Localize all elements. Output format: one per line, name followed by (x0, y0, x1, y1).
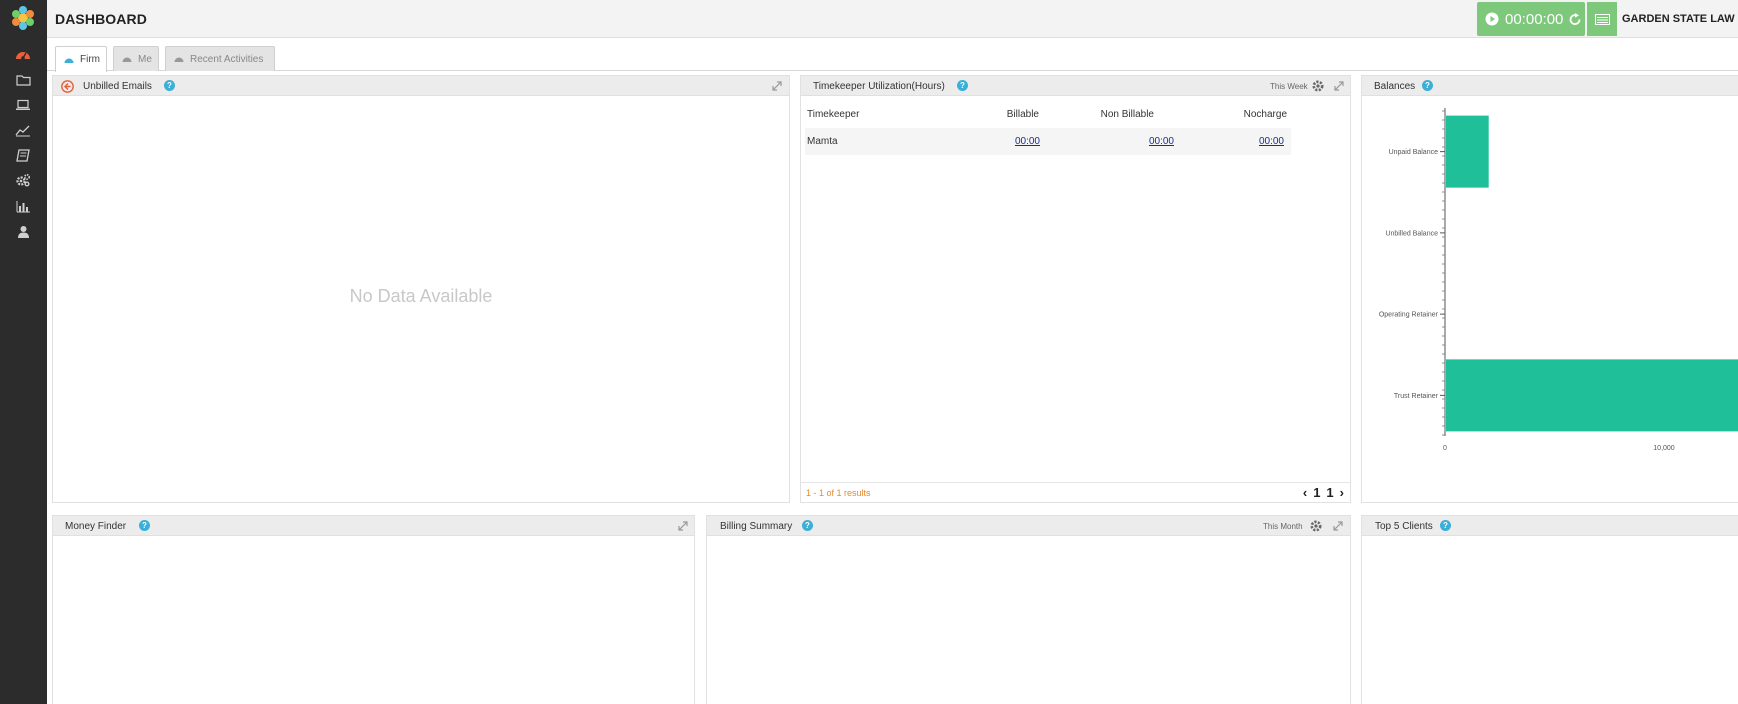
y-tick-label: Operating Retainer (1379, 312, 1439, 319)
unbilled-emails-panel: Unbilled Emails ? No Data Available (52, 75, 790, 503)
dashboard-gauge-icon (122, 57, 132, 62)
dashboard-gauge-icon (174, 57, 184, 62)
period-selector[interactable]: This Month (1263, 522, 1303, 531)
bar-unpaid-balance (1446, 115, 1489, 188)
tab-recent-activities-label: Recent Activities (190, 53, 264, 65)
balances-panel: Balances ? Unpaid Balance Unbilled Balanc… (1361, 75, 1738, 503)
tab-firm-label: Firm (80, 54, 100, 65)
help-icon[interactable]: ? (802, 520, 813, 531)
x-tick-label: 0 (1443, 445, 1447, 452)
panel-header: Money Finder ? (53, 516, 694, 536)
page-title: DASHBOARD (55, 11, 147, 27)
timekeeper-utilization-panel: Timekeeper Utilization(Hours) ? This Wee… (800, 75, 1351, 503)
panel-title: Timekeeper Utilization(Hours) (813, 81, 945, 92)
sidebar (0, 0, 47, 704)
top-header: DASHBOARD 00:00:00 GARDEN STATE LAW G (47, 0, 1738, 38)
y-tick-label: Trust Retainer (1394, 393, 1439, 400)
table-header-row: Timekeeper Billable Non Billable Nocharg… (805, 101, 1291, 128)
timer-value: 00:00:00 (1505, 10, 1564, 28)
trend-chart-icon[interactable] (13, 120, 33, 140)
reset-icon[interactable] (1569, 12, 1582, 26)
panel-title: Money Finder (65, 521, 127, 532)
pagination: ‹ 1 1 › (1303, 485, 1344, 500)
column-header[interactable]: Timekeeper (807, 109, 859, 120)
table-footer: 1 - 1 of 1 results ‹ 1 1 › (801, 482, 1350, 502)
help-icon[interactable]: ? (1440, 520, 1451, 531)
non-billable-link[interactable]: 00:00 (1149, 136, 1174, 147)
money-finder-panel: Money Finder ? (52, 515, 695, 704)
book-icon[interactable] (13, 145, 33, 165)
laptop-icon[interactable] (13, 95, 33, 115)
gear-icon[interactable] (1311, 79, 1325, 93)
help-icon[interactable]: ? (1422, 80, 1433, 91)
play-icon[interactable] (1485, 12, 1499, 26)
tab-me-label: Me (138, 53, 152, 65)
panel-header: Timekeeper Utilization(Hours) ? This Wee… (801, 76, 1350, 96)
help-icon[interactable]: ? (139, 520, 150, 531)
expand-icon[interactable] (677, 520, 689, 532)
help-icon[interactable]: ? (164, 80, 175, 91)
column-header[interactable]: Non Billable (1101, 109, 1154, 120)
panel-header: Balances ? (1362, 76, 1738, 96)
app-logo-icon[interactable] (10, 5, 36, 31)
user-icon[interactable] (13, 221, 33, 241)
timekeeper-table: Timekeeper Billable Non Billable Nocharg… (805, 101, 1291, 155)
prev-page-icon[interactable]: ‹ (1303, 485, 1307, 500)
expand-icon[interactable] (1332, 520, 1344, 532)
current-page[interactable]: 1 (1313, 485, 1320, 500)
column-header[interactable]: Billable (1007, 109, 1039, 120)
panel-title: Unbilled Emails (83, 81, 152, 92)
tab-firm[interactable]: Firm (55, 46, 107, 72)
empty-state-text: No Data Available (349, 286, 493, 306)
balances-chart: Unpaid Balance Unbilled Balance Operating … (1379, 108, 1738, 452)
billing-summary-panel: Billing Summary ? This Month (706, 515, 1351, 704)
table-row: Mamta 00:00 00:00 00:00 (805, 128, 1291, 155)
x-tick-label: 10,000 (1653, 445, 1675, 452)
y-tick-label: Unbilled Balance (1385, 230, 1438, 237)
back-arrow-icon[interactable] (61, 80, 74, 93)
panel-header: Unbilled Emails ? (53, 76, 789, 96)
timer-widget[interactable]: 00:00:00 (1477, 2, 1585, 36)
total-pages: 1 (1326, 485, 1334, 500)
tab-me[interactable]: Me (113, 46, 159, 71)
gear-icon[interactable] (1309, 519, 1323, 533)
period-selector[interactable]: This Week (1270, 82, 1308, 91)
results-count: 1 - 1 of 1 results (806, 488, 871, 498)
panel-header: Billing Summary ? This Month (707, 516, 1350, 536)
nocharge-link[interactable]: 00:00 (1259, 136, 1284, 147)
bar-chart-icon[interactable] (13, 196, 33, 216)
folder-icon[interactable] (13, 70, 33, 90)
timekeeper-name: Mamta (807, 136, 838, 147)
billable-link[interactable]: 00:00 (1015, 136, 1040, 147)
firm-name[interactable]: GARDEN STATE LAW (1622, 13, 1735, 25)
tab-recent-activities[interactable]: Recent Activities (165, 46, 275, 71)
panel-header: Top 5 Clients ? (1362, 516, 1738, 536)
expand-icon[interactable] (1333, 80, 1345, 92)
bar-trust-retainer (1446, 359, 1738, 432)
panel-title: Top 5 Clients (1375, 521, 1433, 532)
dashboard-icon[interactable] (13, 44, 33, 64)
timesheet-button[interactable] (1587, 2, 1617, 36)
expand-icon[interactable] (771, 80, 783, 92)
settings-gears-icon[interactable] (13, 170, 33, 190)
y-tick-label: Unpaid Balance (1389, 149, 1439, 156)
column-header[interactable]: Nocharge (1244, 109, 1287, 120)
next-page-icon[interactable]: › (1340, 485, 1344, 500)
panel-title: Billing Summary (720, 521, 793, 532)
dashboard-gauge-icon (64, 58, 74, 63)
keyboard-icon (1594, 13, 1610, 25)
panel-title: Balances (1374, 81, 1416, 92)
help-icon[interactable]: ? (957, 80, 968, 91)
dashboard-tabs: Firm Me Recent Activities (47, 38, 1738, 72)
top-clients-panel: Top 5 Clients ? (1361, 515, 1738, 704)
